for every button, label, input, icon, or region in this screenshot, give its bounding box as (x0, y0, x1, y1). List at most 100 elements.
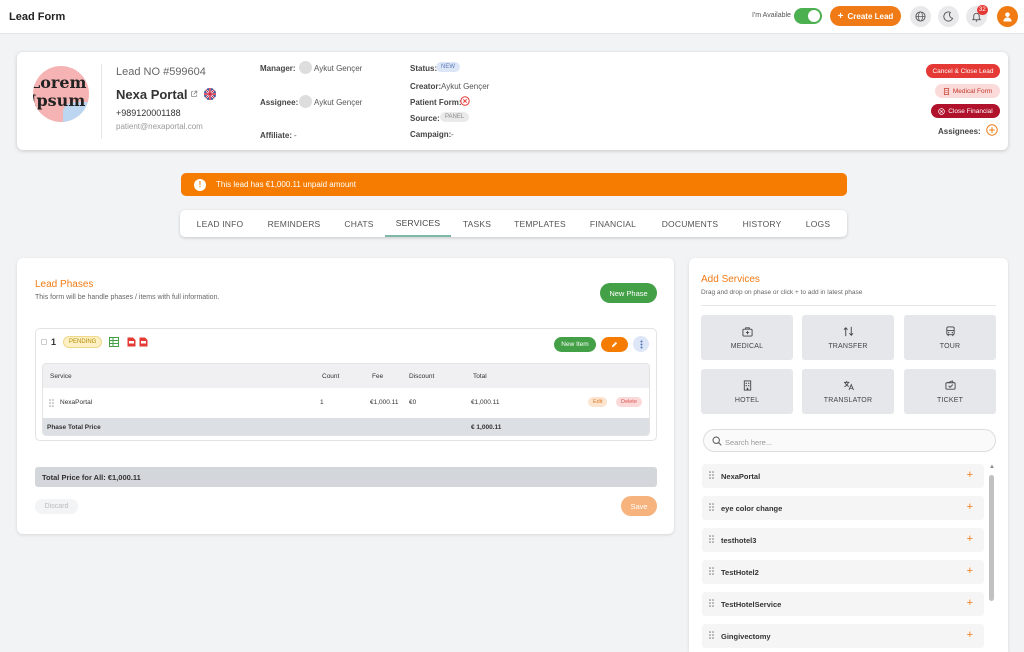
total-price-bar: Total Price for All: €1,000.11 (35, 467, 657, 487)
user-icon (1003, 12, 1012, 22)
avatar-text-line2: Ipsum (33, 91, 86, 110)
category-medical[interactable]: MEDICAL (701, 315, 793, 360)
add-service-icon[interactable]: + (967, 501, 973, 513)
drag-handle-icon[interactable] (709, 471, 714, 479)
tab-templates[interactable]: TEMPLATES (505, 210, 575, 237)
phase-drag-handle[interactable] (41, 339, 47, 345)
user-menu-button[interactable] (997, 6, 1018, 27)
create-lead-button[interactable]: + Create Lead (830, 6, 901, 26)
new-phase-button[interactable]: New Phase (600, 283, 657, 303)
add-service-icon[interactable]: + (967, 565, 973, 577)
source-badge: PANEL (440, 112, 470, 122)
document-icon (943, 87, 949, 95)
new-item-button[interactable]: New Item (554, 337, 596, 352)
tab-tasks[interactable]: TASKS (455, 210, 499, 237)
tab-documents[interactable]: DOCUMENTS (653, 210, 727, 237)
lead-email: patient@nexaportal.com (116, 122, 203, 131)
dark-mode-button[interactable] (938, 6, 959, 27)
more-vertical-icon (640, 340, 642, 348)
add-services-subtitle: Drag and drop on phase or click + to add… (701, 289, 863, 296)
edit-item-button[interactable]: Edit (588, 397, 608, 407)
category-tour[interactable]: TOUR (904, 315, 996, 360)
assignee-label: Assignee: (260, 98, 299, 107)
lead-phases-title: Lead Phases (35, 279, 94, 290)
scroll-up-arrow[interactable]: ▲ (989, 464, 995, 470)
pdf-icon[interactable] (127, 337, 136, 347)
assignee-value[interactable]: Aykut Gençer (314, 98, 362, 107)
list-item[interactable]: TestHotelService + (702, 592, 984, 616)
list-item[interactable]: Gingivectomy + (702, 624, 984, 648)
lead-phases-subtitle: This form will be handle phases / items … (35, 294, 220, 301)
save-button[interactable]: Save (621, 496, 657, 516)
tab-lead-info[interactable]: LEAD INFO (186, 210, 254, 237)
service-search-input[interactable]: Search here... (703, 429, 996, 452)
category-ticket[interactable]: TICKET (904, 369, 996, 414)
lead-tabs: LEAD INFO REMINDERS CHATS SERVICES TASKS… (180, 210, 847, 237)
plus-icon: + (837, 10, 844, 22)
list-item[interactable]: TestHotel2 + (702, 560, 984, 584)
tab-chats[interactable]: CHATS (335, 210, 383, 237)
phase-status-badge: PENDING (63, 336, 103, 348)
page-title: Lead Form (9, 11, 66, 23)
edit-phase-button[interactable] (601, 337, 628, 352)
tab-reminders[interactable]: REMINDERS (258, 210, 330, 237)
drag-handle-icon[interactable] (709, 503, 714, 511)
column-header-discount: Discount (409, 373, 435, 380)
discard-button[interactable]: Discard (35, 499, 78, 514)
campaign-label: Campaign: (410, 130, 452, 139)
drag-handle-icon[interactable] (49, 399, 54, 407)
bus-icon (945, 325, 955, 336)
add-service-icon[interactable]: + (967, 629, 973, 641)
medical-form-button[interactable]: Medical Form (935, 84, 1000, 98)
scrollbar[interactable] (989, 475, 994, 601)
hotel-icon (743, 379, 751, 391)
lead-avatar: Lorem Ipsum (33, 66, 89, 122)
list-item[interactable]: testhotel3 + (702, 528, 984, 552)
add-service-icon[interactable]: + (967, 469, 973, 481)
lead-name: Nexa Portal (116, 87, 188, 102)
campaign-value: - (451, 130, 454, 139)
divider (101, 64, 102, 139)
category-transfer[interactable]: TRANSFER (802, 315, 894, 360)
drag-handle-icon[interactable] (709, 631, 714, 639)
add-service-icon[interactable]: + (967, 533, 973, 545)
phase-more-button[interactable] (633, 336, 649, 352)
category-hotel[interactable]: HOTEL (701, 369, 793, 414)
status-badge: NEW (436, 62, 460, 72)
row-discount: €0 (409, 399, 417, 406)
pdf-icon[interactable] (139, 337, 148, 347)
manager-value[interactable]: Aykut Gençer (314, 64, 362, 73)
availability-toggle[interactable] (794, 8, 822, 24)
spreadsheet-icon[interactable] (109, 337, 119, 347)
category-label: HOTEL (734, 396, 760, 404)
add-service-icon[interactable]: + (967, 597, 973, 609)
cancel-close-lead-button[interactable]: Cancel & Close Lead (926, 64, 1000, 78)
column-header-total: Total (473, 373, 487, 380)
manager-avatar (299, 61, 312, 74)
row-total: €1,000.11 (471, 399, 500, 406)
list-item[interactable]: eye color change + (702, 496, 984, 520)
close-financial-button[interactable]: Close Financial (931, 104, 1000, 118)
column-header-count: Count (322, 373, 340, 380)
external-link-icon[interactable] (190, 90, 198, 98)
phase-total-label: Phase Total Price (47, 424, 101, 431)
add-assignee-icon[interactable] (986, 124, 998, 136)
ticket-icon (944, 379, 956, 390)
delete-item-button[interactable]: Delete (616, 397, 642, 407)
category-label: MEDICAL (730, 342, 764, 350)
add-services-title: Add Services (701, 274, 760, 285)
drag-handle-icon[interactable] (709, 535, 714, 543)
creator-value: Aykut Gençer (441, 82, 490, 91)
drag-handle-icon[interactable] (709, 567, 714, 575)
language-button[interactable] (910, 6, 931, 27)
row-fee: €1,000.11 (370, 399, 399, 406)
category-translator[interactable]: TRANSLATOR (802, 369, 894, 414)
tab-financial[interactable]: FINANCIAL (580, 210, 646, 237)
tab-history[interactable]: HISTORY (735, 210, 789, 237)
row-count: 1 (320, 399, 324, 406)
divider (701, 305, 996, 306)
drag-handle-icon[interactable] (709, 599, 714, 607)
tab-services[interactable]: SERVICES (385, 210, 451, 237)
list-item[interactable]: NexaPortal + (702, 464, 984, 488)
tab-logs[interactable]: LOGS (798, 210, 838, 237)
